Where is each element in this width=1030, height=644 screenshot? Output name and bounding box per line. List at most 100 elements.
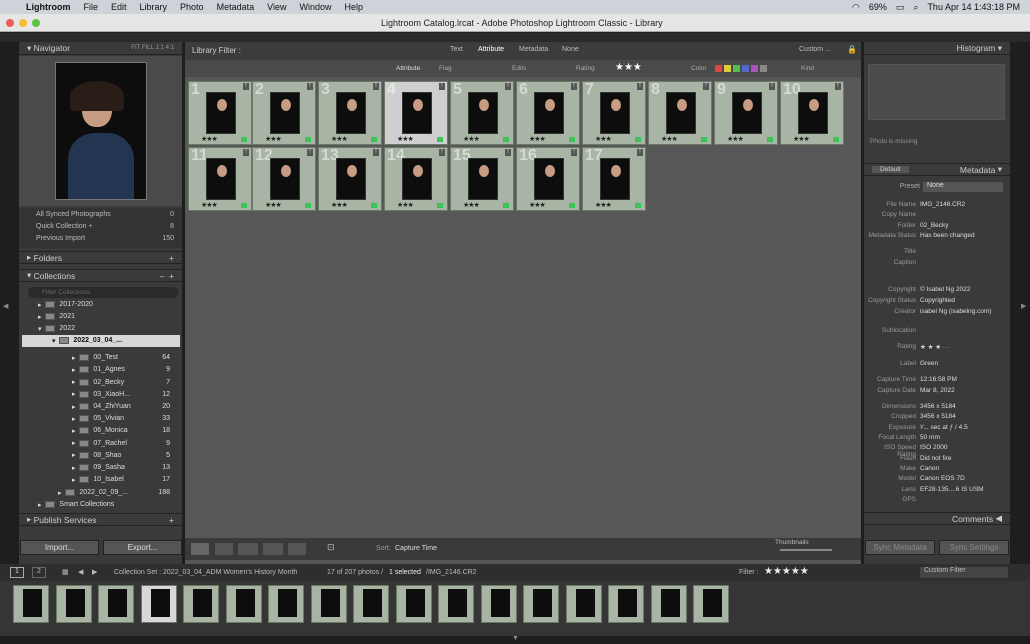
filmstrip-thumbnail[interactable] [310, 585, 347, 623]
metadata-set-dropdown[interactable]: Default [872, 166, 909, 173]
people-view-icon[interactable] [288, 543, 306, 555]
zoom-fit[interactable]: FIT [131, 45, 140, 51]
grid-cell[interactable]: 5! ★★★ [450, 81, 514, 145]
flag-filter[interactable]: Flag [439, 65, 452, 72]
collection-item[interactable]: ▸ 02_Becky 7 [22, 376, 180, 388]
kind-filter[interactable]: Kind [801, 65, 814, 72]
grid-cell[interactable]: 13! ★★★ [318, 147, 382, 211]
grid-cell[interactable]: 4! ★★★ [384, 81, 448, 145]
zoom-1-1[interactable]: 1:1 [156, 45, 164, 51]
filmstrip-thumbnail[interactable] [183, 585, 219, 623]
secondary-window-2[interactable]: 2 [32, 567, 46, 578]
metadata-row[interactable]: Metadata Status Has been changed [866, 232, 1006, 243]
metadata-row[interactable]: Model Canon EOS 7D [866, 475, 1006, 486]
filmstrip-toggle-icon[interactable]: ▼ [512, 635, 519, 642]
filmstrip-thumbnail[interactable] [13, 585, 49, 623]
color-red[interactable] [715, 65, 722, 72]
color-blue[interactable] [742, 65, 749, 72]
sync-metadata-button[interactable]: Sync Metadata [865, 540, 935, 555]
sync-settings-button[interactable]: Sync Settings [939, 540, 1009, 555]
rating-filter[interactable]: Rating [576, 65, 595, 72]
close-window-button[interactable] [6, 19, 14, 27]
grid-cell[interactable]: 7! ★★★ [582, 81, 646, 145]
collection-item[interactable]: ▸ 00_Test 64 [22, 352, 180, 364]
smart-collections[interactable]: ▸ Smart Collections [22, 499, 180, 511]
right-panel-toggle-icon[interactable]: ▶ [1021, 302, 1026, 310]
navigator-preview[interactable] [55, 62, 147, 200]
menu-photo[interactable]: Photo [180, 2, 204, 12]
collection-item[interactable]: ▸ 04_ZhiYuan 20 [22, 401, 180, 413]
menu-metadata[interactable]: Metadata [217, 2, 255, 12]
module-picker-collapsed[interactable] [0, 33, 1030, 42]
filmstrip-thumbnail[interactable] [55, 585, 92, 623]
metadata-row[interactable]: Sublocation [866, 327, 1006, 338]
color-purple[interactable] [751, 65, 758, 72]
collection-set-2021[interactable]: ▸ 2021 [22, 311, 180, 323]
metadata-row[interactable]: Capture Time 12:16:58 PM [866, 376, 1006, 387]
zoom-window-button[interactable] [32, 19, 40, 27]
collections-header[interactable]: ▾ Collections – + [19, 269, 182, 282]
grid-cell[interactable]: 1! ★★★ [188, 81, 252, 145]
collection-item[interactable]: ▸ 03_XiaoH... 12 [22, 389, 180, 401]
color-green[interactable] [733, 65, 740, 72]
grid-cell[interactable]: 6! ★★★ [516, 81, 580, 145]
publish-services-header[interactable]: ▸ Publish Services + [19, 513, 182, 526]
color-none[interactable] [760, 65, 767, 72]
collection-item[interactable]: ▸ 01_Agnes 9 [22, 364, 180, 376]
left-panel-toggle-icon[interactable]: ◀ [3, 302, 8, 310]
metadata-row[interactable]: Copyright © Isabel Ng 2022 [866, 286, 1006, 297]
collection-item[interactable]: ▸ 09_Sasha 13 [22, 462, 180, 474]
grid-cell[interactable]: 10! ★★★ [780, 81, 844, 145]
import-button[interactable]: Import... [20, 540, 99, 555]
metadata-row[interactable]: Copyright Status Copyrighted [866, 297, 1006, 308]
grid-icon[interactable]: ▦ [62, 568, 69, 576]
collection-item[interactable]: ▸ 05_Vivian 33 [22, 413, 180, 425]
grid-cell[interactable]: 2! ★★★ [252, 81, 316, 145]
folders-header[interactable]: ▸ Folders + [19, 251, 182, 264]
collection-set-2022[interactable]: ▾ 2022 [22, 323, 180, 335]
thumbnail-size-slider[interactable] [780, 549, 832, 551]
menu-app[interactable]: Lightroom [26, 2, 71, 12]
filter-tab-metadata[interactable]: Metadata [519, 46, 548, 53]
histogram-header[interactable]: Histogram ▾ [864, 42, 1010, 55]
menu-view[interactable]: View [267, 2, 286, 12]
zoom-fill[interactable]: FILL [142, 45, 154, 51]
collection-set-2017[interactable]: ▸ 2017-2020 [22, 299, 180, 311]
filter-stars[interactable]: ★★★★★ [764, 566, 809, 577]
metadata-row[interactable]: Creator isabel Ng (isabelng.com) [866, 308, 1006, 319]
catalog-item[interactable]: All Synced Photographs 0 [19, 208, 182, 220]
zoom-4-1[interactable]: 4:1 [166, 45, 174, 51]
menu-file[interactable]: File [84, 2, 99, 12]
menu-edit[interactable]: Edit [111, 2, 127, 12]
rating-filter-stars[interactable]: ★★★ [615, 62, 642, 73]
export-button[interactable]: Export... [103, 540, 182, 555]
filmstrip-thumbnail[interactable] [565, 585, 602, 623]
grid-cell[interactable]: 16! ★★★ [516, 147, 580, 211]
metadata-row[interactable]: Rating ★ ★ ★ · · [866, 343, 1006, 354]
collection-item[interactable]: ▸ 07_Rachel 9 [22, 437, 180, 449]
grid-cell[interactable]: 3! ★★★ [318, 81, 382, 145]
menu-help[interactable]: Help [344, 2, 363, 12]
metadata-row[interactable]: Caption [866, 259, 1006, 270]
collection-item[interactable]: ▸ 10_Isabel 17 [22, 474, 180, 486]
metadata-row[interactable]: ISO Speed Rating ISO 2000 [866, 444, 1006, 458]
clock[interactable]: Thu Apr 14 1:43:18 PM [927, 2, 1020, 12]
menu-library[interactable]: Library [140, 2, 168, 12]
catalog-item[interactable]: Previous Import 150 [19, 232, 182, 244]
catalog-item[interactable]: Quick Collection +8 [19, 220, 182, 232]
grid-cell[interactable]: 11! ★★★ [188, 147, 252, 211]
collection-item[interactable]: ▸ 06_Monica 18 [22, 425, 180, 437]
metadata-row[interactable]: Capture Date Mar 8, 2022 [866, 387, 1006, 398]
comments-header[interactable]: Comments ◀ [864, 512, 1010, 525]
color-filter[interactable]: Color [691, 65, 707, 72]
grid-cell[interactable]: 14! ★★★ [384, 147, 448, 211]
forward-arrow-icon[interactable]: ▶ [92, 568, 97, 576]
filmstrip-thumbnail[interactable] [225, 585, 262, 623]
metadata-row[interactable]: Copy Name [866, 211, 1006, 222]
filmstrip-thumbnail[interactable] [98, 585, 134, 623]
grid-cell[interactable]: 8! ★★★ [648, 81, 712, 145]
filmstrip-thumbnail[interactable] [438, 585, 474, 623]
back-arrow-icon[interactable]: ◀ [78, 568, 83, 576]
compare-view-icon[interactable] [238, 543, 258, 555]
grid-view-icon[interactable] [191, 543, 209, 555]
